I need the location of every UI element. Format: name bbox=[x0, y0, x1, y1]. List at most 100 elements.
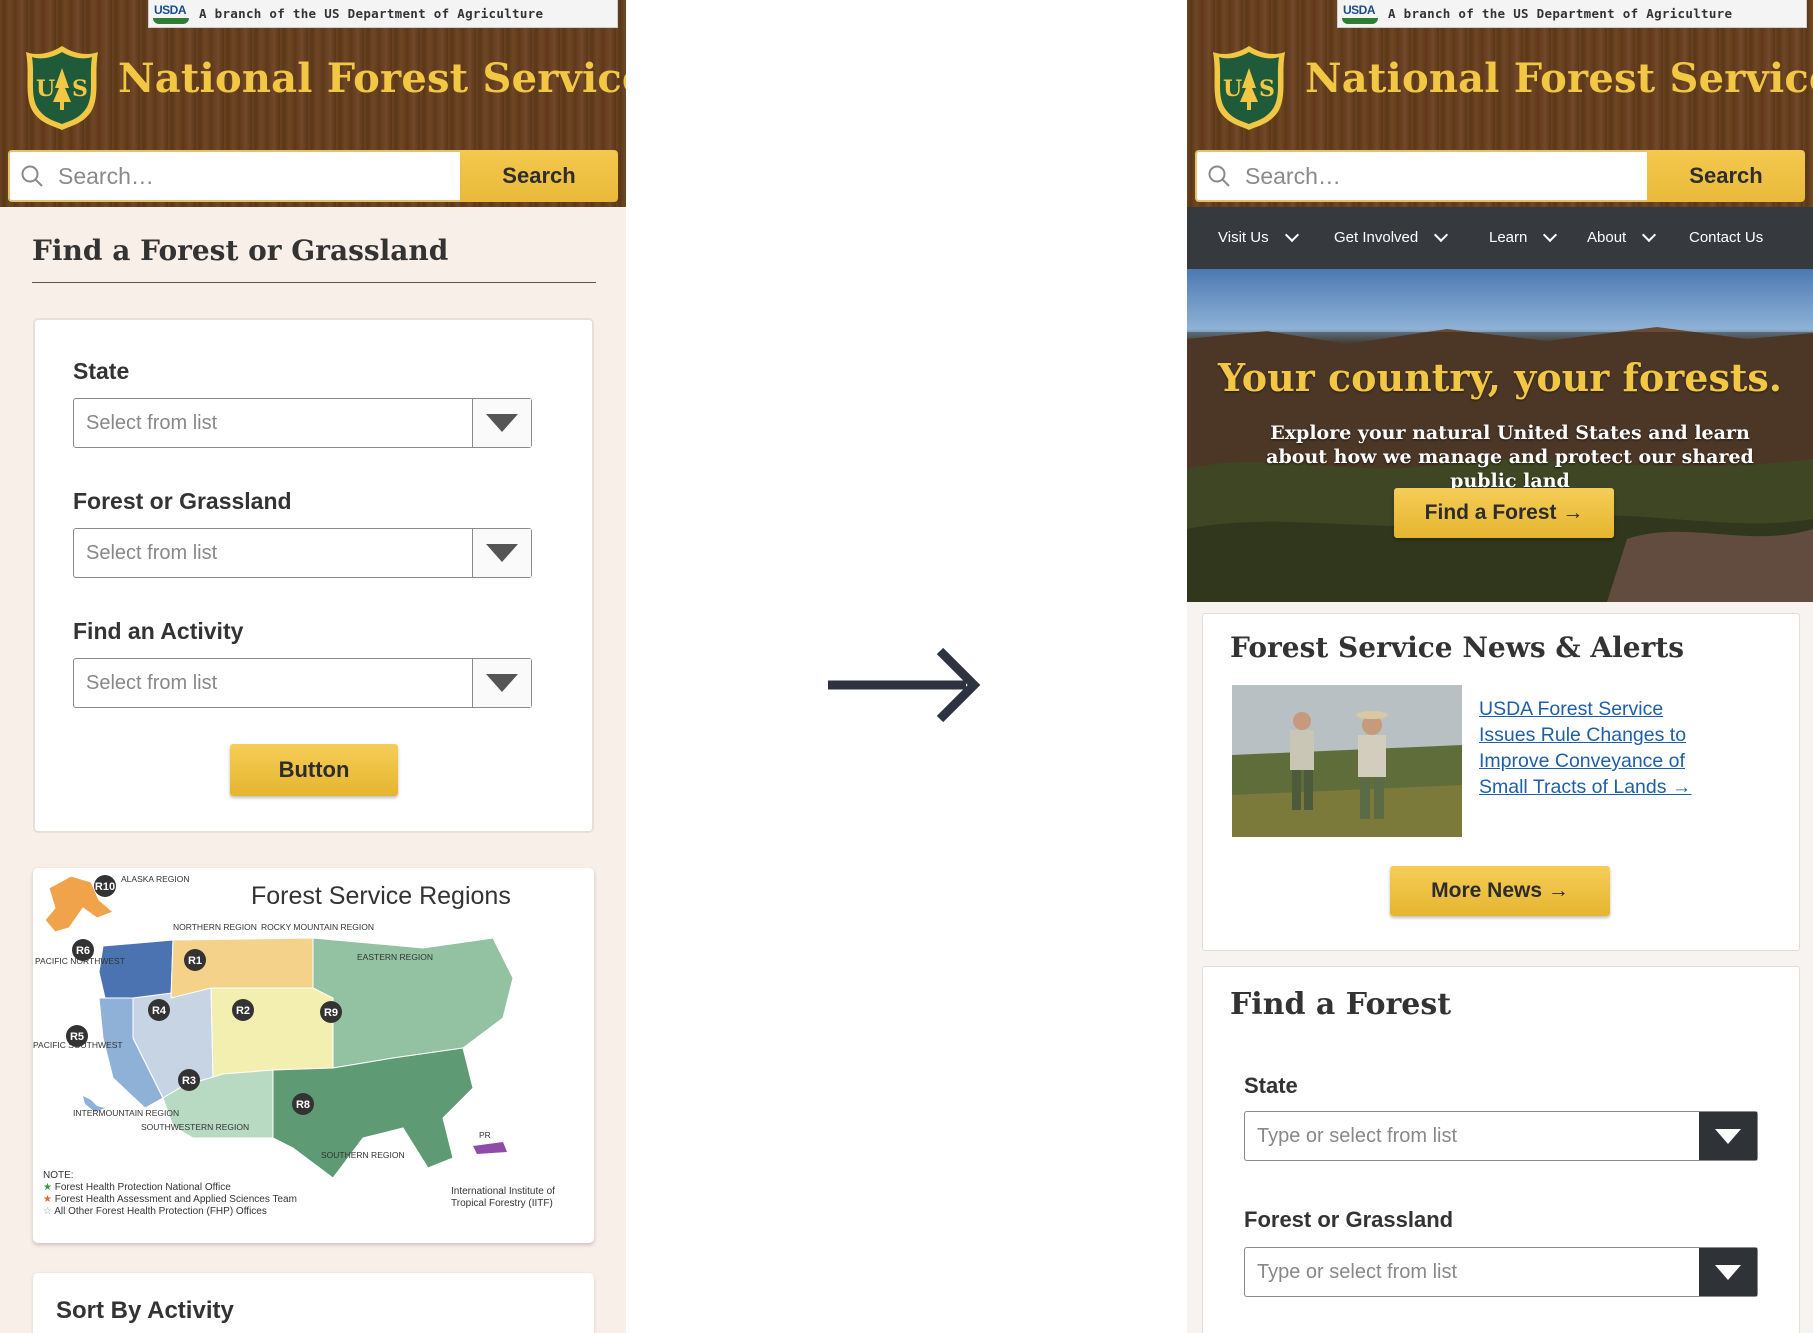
forest-select[interactable]: Select from list bbox=[73, 528, 532, 578]
dropdown-triangle-icon[interactable] bbox=[1699, 1112, 1757, 1160]
search-bar: Search bbox=[8, 150, 618, 202]
news-article-link[interactable]: USDA Forest Service Issues Rule Changes … bbox=[1479, 696, 1709, 800]
chevron-down-icon bbox=[1434, 227, 1449, 243]
usda-banner-text: A branch of the US Department of Agricul… bbox=[199, 6, 544, 21]
news-alerts-card: Forest Service News & Alerts USDA Forest… bbox=[1202, 613, 1800, 951]
dropdown-triangle-icon[interactable] bbox=[1699, 1248, 1757, 1296]
map-label-pr: PR bbox=[479, 1130, 491, 1140]
activity-select[interactable]: Select from list bbox=[73, 658, 532, 708]
region-label-r2: ROCKY MOUNTAIN REGION bbox=[261, 922, 374, 932]
nav-item-visit-us[interactable]: Visit Us bbox=[1218, 227, 1299, 246]
forest-service-shield-icon: U S bbox=[26, 46, 98, 130]
search-icon bbox=[1208, 165, 1230, 187]
map-legend: NOTE: ★ Forest Health Protection Nationa… bbox=[43, 1170, 303, 1218]
nav-item-get-involved[interactable]: Get Involved bbox=[1334, 227, 1449, 246]
state-label: State bbox=[1244, 1073, 1298, 1098]
forest-select-placeholder: Select from list bbox=[86, 541, 218, 564]
divider bbox=[32, 282, 596, 283]
svg-text:U: U bbox=[36, 76, 55, 102]
search-button[interactable]: Search bbox=[1647, 150, 1805, 202]
region-label-r10: ALASKA REGION bbox=[121, 874, 190, 884]
state-select[interactable]: Select from list bbox=[73, 398, 532, 448]
iitf-label: International Institute of Tropical Fore… bbox=[451, 1186, 555, 1209]
region-label-r9: EASTERN REGION bbox=[357, 952, 433, 962]
region-badge-r8: R8 bbox=[296, 1099, 310, 1111]
search-form-card: State Select from list Forest or Grassla… bbox=[33, 318, 594, 833]
site-header: USDA A branch of the US Department of Ag… bbox=[0, 0, 626, 207]
nav-item-learn[interactable]: Learn bbox=[1489, 227, 1558, 246]
forest-select[interactable]: Type or select from list bbox=[1244, 1247, 1758, 1297]
region-badge-r10: R10 bbox=[95, 881, 115, 893]
search-icon bbox=[21, 165, 43, 187]
usda-logo: USDA bbox=[153, 2, 189, 26]
news-thumbnail[interactable] bbox=[1232, 685, 1462, 837]
chevron-down-icon bbox=[1543, 227, 1558, 243]
main-nav: Visit Us Get Involved Learn About Contac… bbox=[1187, 207, 1813, 269]
regions-map[interactable]: R10 R1 R2 R9 R6 R5 R4 R3 R8 ALASKA REGIO… bbox=[33, 868, 594, 1243]
find-forest-title: Find a Forest bbox=[1230, 987, 1452, 1022]
region-badge-r9: R9 bbox=[324, 1007, 338, 1019]
chevron-down-icon bbox=[1284, 227, 1299, 243]
region-label-r5: PACIFIC SOUTHWEST bbox=[33, 1040, 123, 1050]
legend-item-assessment-team: ★ Forest Health Assessment and Applied S… bbox=[43, 1194, 297, 1205]
search-button[interactable]: Search bbox=[460, 150, 618, 202]
state-select-placeholder: Type or select from list bbox=[1257, 1124, 1458, 1147]
submit-button[interactable]: Button bbox=[230, 744, 398, 796]
region-badge-r4: R4 bbox=[152, 1005, 167, 1017]
chevron-down-icon bbox=[1642, 227, 1657, 243]
dropdown-triangle-icon[interactable] bbox=[472, 659, 531, 707]
region-badge-r2: R2 bbox=[236, 1005, 250, 1017]
region-label-r4: INTERMOUNTAIN REGION bbox=[73, 1108, 179, 1118]
nav-item-about[interactable]: About bbox=[1587, 227, 1657, 246]
dropdown-triangle-icon[interactable] bbox=[472, 529, 531, 577]
page-title: Find a Forest or Grassland bbox=[32, 234, 449, 267]
search-input[interactable] bbox=[56, 161, 440, 191]
region-badge-r3: R3 bbox=[182, 1075, 196, 1087]
search-field[interactable] bbox=[8, 150, 460, 202]
usda-banner: USDA A branch of the US Department of Ag… bbox=[1337, 0, 1807, 28]
find-a-forest-button[interactable]: Find a Forest → bbox=[1394, 488, 1614, 538]
before-mockup: USDA A branch of the US Department of Ag… bbox=[0, 0, 626, 1333]
activity-label: Find an Activity bbox=[73, 618, 244, 644]
search-input[interactable] bbox=[1243, 161, 1627, 191]
legend-item-fhp-offices: ☆ All Other Forest Health Protection (FH… bbox=[43, 1206, 267, 1217]
region-label-r8: SOUTHERN REGION bbox=[321, 1150, 405, 1160]
activity-select-placeholder: Select from list bbox=[86, 671, 218, 694]
news-title: Forest Service News & Alerts bbox=[1230, 631, 1685, 664]
hero-subtitle: Explore your natural United States and l… bbox=[1266, 422, 1754, 492]
usda-banner-text: A branch of the US Department of Agricul… bbox=[1388, 6, 1733, 21]
svg-text:S: S bbox=[1259, 76, 1275, 102]
forest-select-placeholder: Type or select from list bbox=[1257, 1260, 1458, 1283]
map-title: Forest Service Regions bbox=[251, 882, 511, 910]
nav-item-contact-us[interactable]: Contact Us bbox=[1689, 229, 1763, 246]
state-select-placeholder: Select from list bbox=[86, 411, 218, 434]
state-select[interactable]: Type or select from list bbox=[1244, 1111, 1758, 1161]
legend-note-heading: NOTE: bbox=[43, 1170, 74, 1181]
arrow-right-icon bbox=[828, 647, 981, 723]
forest-service-shield-icon: U S bbox=[1213, 46, 1285, 130]
find-a-forest-card: Find a Forest State Type or select from … bbox=[1202, 966, 1800, 1333]
region-label-r6: PACIFIC NORTHWEST bbox=[35, 956, 125, 966]
usda-banner: USDA A branch of the US Department of Ag… bbox=[148, 0, 618, 28]
site-header: USDA A branch of the US Department of Ag… bbox=[1187, 0, 1813, 207]
site-title: National Forest Service bbox=[1305, 55, 1813, 102]
site-title: National Forest Service bbox=[118, 55, 626, 102]
svg-text:U: U bbox=[1223, 76, 1242, 102]
forest-label: Forest or Grassland bbox=[1244, 1207, 1454, 1232]
legend-item-national-office: ★ Forest Health Protection National Offi… bbox=[43, 1182, 231, 1193]
hero-banner: Your country, your forests. Explore your… bbox=[1187, 269, 1813, 602]
state-label: State bbox=[73, 358, 130, 384]
region-badge-r1: R1 bbox=[188, 955, 202, 967]
usda-logo: USDA bbox=[1342, 2, 1378, 26]
region-label-r1: NORTHERN REGION bbox=[173, 922, 257, 932]
search-bar: Search bbox=[1195, 150, 1805, 202]
dropdown-triangle-icon[interactable] bbox=[472, 399, 531, 447]
after-mockup: USDA A branch of the US Department of Ag… bbox=[1187, 0, 1813, 1333]
more-news-button[interactable]: More News → bbox=[1390, 866, 1610, 916]
sort-heading: Sort By Activity bbox=[56, 1297, 234, 1324]
region-label-r3: SOUTHWESTERN REGION bbox=[141, 1122, 249, 1132]
sort-by-activity-card: Sort By Activity bbox=[33, 1273, 594, 1333]
hero-title: Your country, your forests. bbox=[1217, 355, 1783, 400]
search-field[interactable] bbox=[1195, 150, 1647, 202]
svg-text:S: S bbox=[72, 76, 88, 102]
